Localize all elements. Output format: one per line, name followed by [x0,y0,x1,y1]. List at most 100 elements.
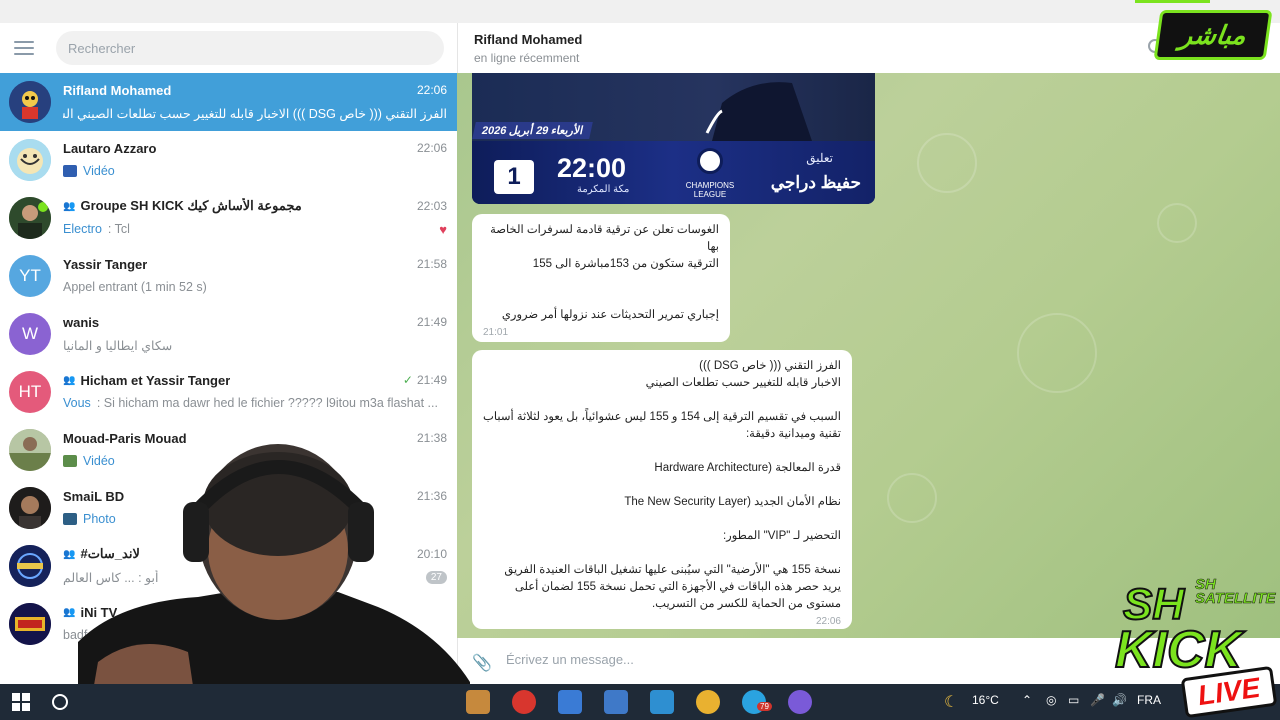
conversation-name[interactable]: Rifland Mohamed [474,32,582,47]
chat-item-groupe-sh-kick[interactable]: 👥 Groupe SH KICK مجموعة الأساش كيك 22:03 E… [0,189,457,247]
message-input[interactable]: Écrivez un message... [506,652,634,667]
chat-item-lautaro-azzaro[interactable]: Lautaro Azzaro 22:06 Vidéo [0,131,457,189]
match-card-image[interactable]: الأربعاء 29 أبريل 2026 1 22:00 مكة المكر… [472,73,875,204]
match-location: مكة المكرمة [577,184,630,195]
green-accent-bar [1135,0,1210,3]
background-doodle [887,473,937,523]
message-line: السبب في تقسيم الترقية إلى 154 و 155 ليس… [483,411,841,440]
chat-name: Groupe SH KICK مجموعة الأساش كيك [80,198,302,213]
conversation-area: الأربعاء 29 أبريل 2026 1 22:00 مكة المكر… [457,73,1280,638]
avatar-image-icon [9,197,51,239]
chat-name: Lautaro Azzaro [63,140,157,156]
file-explorer-icon[interactable] [558,690,582,714]
commentary-label: تعليق [806,151,833,165]
chat-time: 22:06 [416,141,447,155]
match-time: 22:00 [557,153,627,183]
commentator-name: حفيظ دراجي [770,173,861,192]
avatar-image-icon [9,487,51,529]
avatar-initials: HT [18,382,42,401]
weather-moon-icon: ☾ [944,694,959,711]
display-tray-icon[interactable]: ▭ [1068,693,1079,707]
search-taskbar-icon[interactable] [52,694,68,710]
avatar-image-icon [9,139,51,181]
app-purple-icon[interactable] [788,690,812,714]
chat-preview: الفرز التقني ((( خاص DSG ))) الاخبار قاب… [63,106,447,121]
chat-name: Yassir Tanger [63,256,148,272]
group-icon: 👥 [63,548,76,560]
message-bubble[interactable]: الغوسات تعلن عن ترقية قادمة لسرفرات الخا… [472,214,730,342]
chat-item-rifland-mohamed[interactable]: Rifland Mohamed 22:06 الفرز التقني ((( خا… [0,73,457,131]
chevron-up-icon[interactable]: ⌃ [1022,693,1032,707]
avatar: HT [9,371,51,413]
search-placeholder: Rechercher [68,40,136,56]
network-tray-icon[interactable]: ◎ [1046,693,1056,707]
message-line: الترقية ستكون من 153مباشرة الى 155 [532,258,719,270]
video-thumbnail-icon [63,165,77,177]
taskbar: 79 ☾ 16°C ⌃ ◎ ▭ 🎤 🔊 FRA [0,684,1280,720]
chat-preview: سكاي ايطاليا و المانيا [63,338,173,353]
message-line: نسخة 155 هي "الأرضية" التي سيُبنى عليها … [504,564,841,610]
message-line: إجباري تمرير التحديثات عند نزولها أمر ضر… [501,309,719,321]
group-icon: 👥 [63,200,76,212]
record-taskbar-icon[interactable] [512,690,536,714]
logo-kick: KICK [1114,620,1243,680]
avatar-initials: W [21,324,39,343]
app-taskbar-icon[interactable] [466,690,490,714]
chat-preview-sender: Electro [63,222,102,236]
avatar [9,429,51,471]
chat-time: 21:49 [416,373,447,387]
chat-preview: : Tcl [107,222,130,236]
message-line: الاخبار قابله للتغيير حسب تطلعات الصيني [645,377,841,389]
message-line: الفرز التقني ((( خاص DSG ))) [699,360,841,372]
chat-preview-sender: Vous [63,396,91,410]
channel-number: 1 [494,160,534,194]
avatar-image-icon [9,603,51,645]
menu-icon[interactable] [14,41,34,55]
chat-name: Rifland Mohamed [63,82,172,98]
chat-time: 21:58 [416,257,447,271]
avatar-image-icon [9,81,51,123]
avatar: W [9,313,51,355]
telegram-badge: 79 [757,702,772,711]
message-time: 22:06 [815,616,841,627]
conversation-status: en ligne récemment [474,51,580,65]
webcam-streamer-overlay [78,444,470,720]
avatar-initials: YT [19,266,41,285]
microphone-tray-icon[interactable]: 🎤 [1090,693,1105,707]
windows-start-icon[interactable] [12,693,30,711]
logo-satellite-word: SATELLITE [1195,590,1276,607]
avatar [9,487,51,529]
group-icon: 👥 [63,606,76,618]
chat-item-wanis[interactable]: W wanis 21:49 سكاي ايطاليا و المانيا [0,305,457,363]
chat-preview: Appel entrant (1 min 52 s) [63,280,207,294]
calculator-icon[interactable] [604,690,628,714]
logo-satellite: SH SATELLITE [1195,577,1276,607]
chat-name: wanis [63,314,100,330]
live-logo: مباشر [1153,10,1273,60]
network-app-icon[interactable] [650,690,674,714]
chat-preview: Vidéo [83,164,115,178]
message-bubble[interactable]: الفرز التقني ((( خاص DSG ))) الاخبار قاب… [472,350,852,629]
chat-item-yassir-tanger[interactable]: YT Yassir Tanger 21:58 Appel entrant (1 m… [0,247,457,305]
heart-icon: ♥ [439,221,447,237]
group-icon: 👥 [63,374,76,386]
match-date: الأربعاء 29 أبريل 2026 [472,122,593,139]
avatar-image-icon [9,545,51,587]
attach-paperclip-icon[interactable]: 📎 [472,653,492,672]
avatar [9,545,51,587]
chat-time: 21:49 [416,315,447,329]
chat-item-hicham-et-yassir-tanger[interactable]: HT 👥 Hicham et Yassir Tanger ✓ 21:49 Vous: … [0,363,457,421]
message-time: 21:01 [483,327,509,338]
sh-kick-live-logo: SH SH SATELLITE KICK LIVE [1113,560,1280,720]
search-input[interactable]: Rechercher [56,31,444,65]
message-line: الغوسات تعلن عن ترقية قادمة لسرفرات الخا… [490,224,719,253]
screen: Rechercher Rifland Mohamed 22:06 الفرز ال… [0,0,1280,720]
message-line: نظام الأمان الجديد (The New Security Lay… [624,496,841,508]
temperature: 16°C [972,693,999,707]
chat-list-header: Rechercher [0,23,457,73]
avatar: YT [9,255,51,297]
background-doodle [1017,313,1097,393]
photo-thumbnail-icon [63,513,77,525]
chrome-icon[interactable] [696,690,720,714]
chat-name: Hicham et Yassir Tanger [80,372,231,388]
